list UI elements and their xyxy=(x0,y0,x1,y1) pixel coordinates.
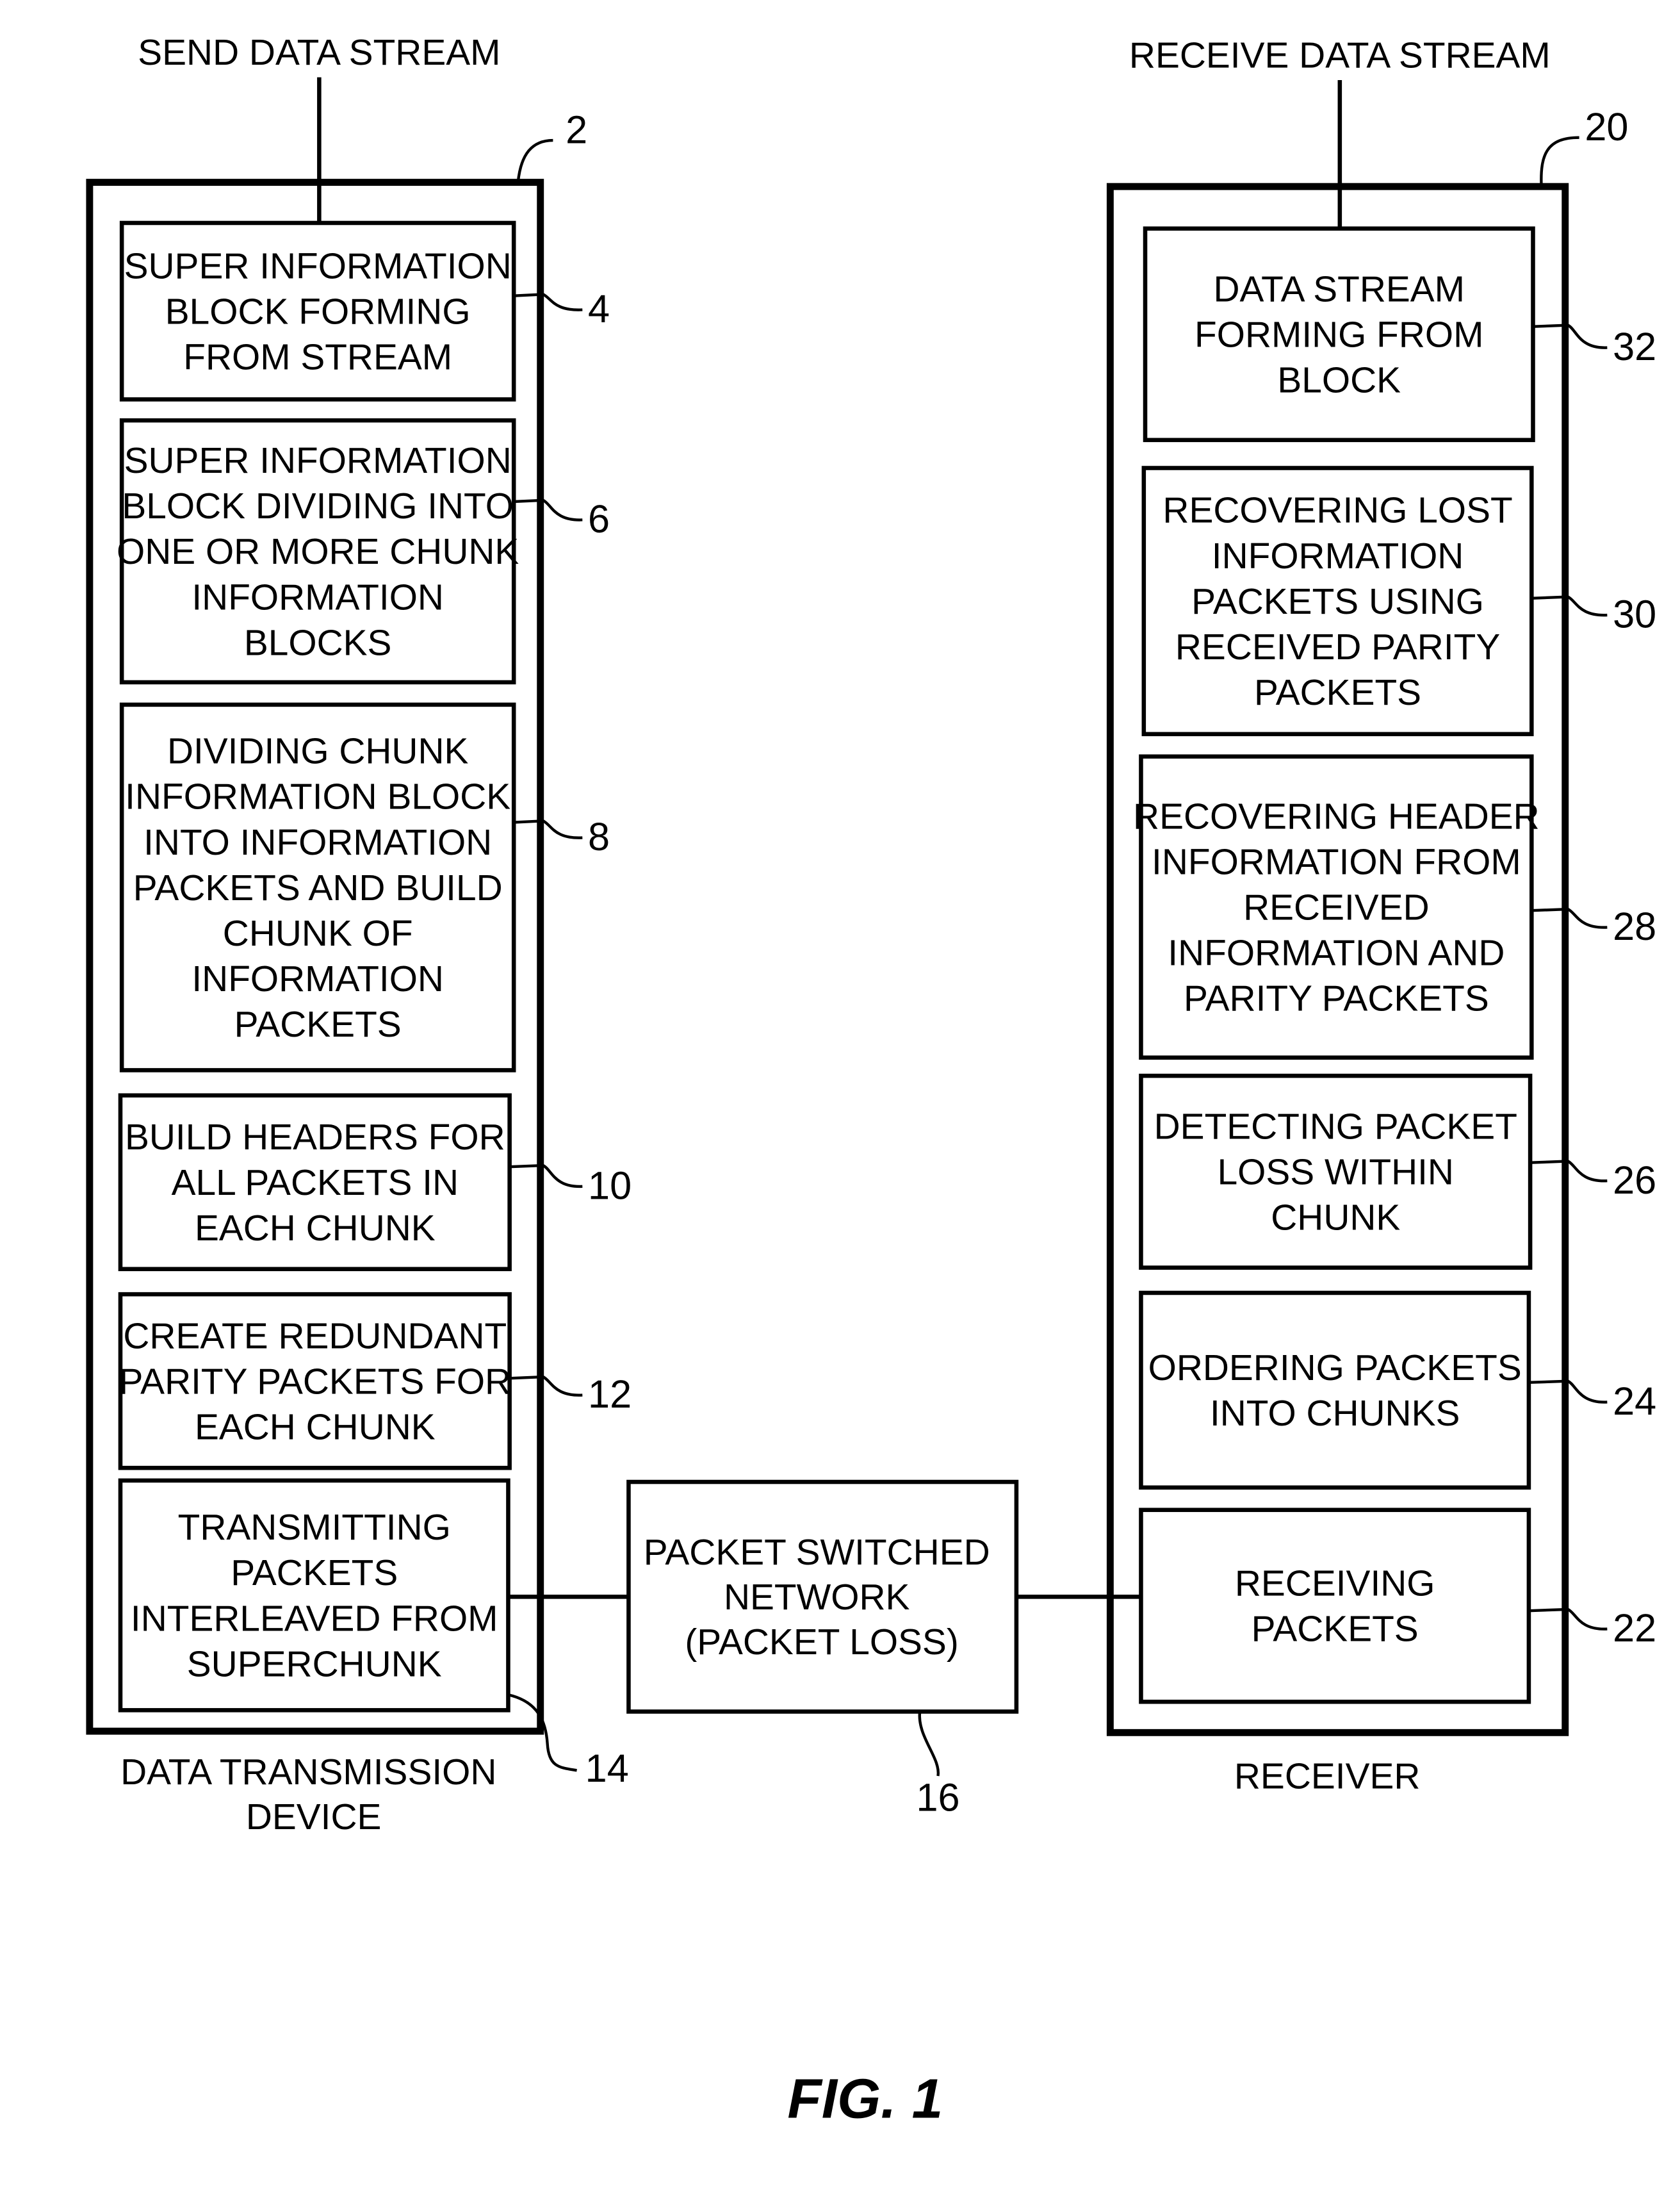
ref-26: 26 xyxy=(1613,1158,1656,1202)
ref-leader-12 xyxy=(509,1375,583,1397)
patent-figure: SEND DATA STREAM RECEIVE DATA STREAM 2 2… xyxy=(86,33,1656,2130)
transmitter-block-label: BUILD HEADERS FOR ALL PACKETS IN EACH CHUN… xyxy=(125,1117,505,1249)
ref-leader-6 xyxy=(514,498,583,522)
ref-24: 24 xyxy=(1613,1379,1656,1423)
ref-leader-10 xyxy=(509,1163,583,1188)
transmitter-blocks: SUPER INFORMATION BLOCK FORMING FROM STREA… xyxy=(117,220,632,1790)
ref-28: 28 xyxy=(1613,905,1656,948)
receiver-block-label: ORDERING PACKETS INTO CHUNKS xyxy=(1148,1348,1522,1434)
transmitter-block-4: SUPER INFORMATION BLOCK FORMING FROM STREA… xyxy=(119,220,610,402)
transmitter-block-8: DIVIDING CHUNK INFORMATION BLOCK INTO INFO… xyxy=(119,702,610,1072)
ref-leader-28 xyxy=(1531,907,1608,929)
receiver-block-32: DATA STREAM FORMING FROM BLOCK 32 xyxy=(1143,226,1656,443)
ref-10: 10 xyxy=(588,1164,632,1208)
transmitter-block-12: CREATE REDUNDANT PARITY PACKETS FOR EACH C… xyxy=(118,1292,632,1470)
ref-leader-8 xyxy=(514,819,583,839)
receiver-caption: RECEIVER xyxy=(1234,1757,1421,1797)
network-label: PACKET SWITCHED NETWORK (PACKET LOSS) xyxy=(644,1532,1000,1663)
receiver-block-label: DATA STREAM FORMING FROM BLOCK xyxy=(1195,269,1483,400)
receiver-blocks: DATA STREAM FORMING FROM BLOCK 32 RECOVERING… xyxy=(1133,226,1656,1704)
receiver-block-box xyxy=(1139,1508,1531,1704)
figure-label: FIG. 1 xyxy=(787,2067,943,2130)
ref-leader-32 xyxy=(1533,324,1608,349)
transmitter-block-14: TRANSMITTING PACKETS INTERLEAVED FROM SUPER… xyxy=(118,1478,629,1790)
transmitter-block-label: SUPER INFORMATION BLOCK DIVIDING INTO ONE … xyxy=(117,441,519,663)
receiver-block-24: ORDERING PACKETS INTO CHUNKS 24 xyxy=(1139,1290,1656,1490)
ref-16: 16 xyxy=(916,1776,959,1820)
receiver-block-label: DETECTING PACKET LOSS WITHIN CHUNK xyxy=(1154,1107,1517,1238)
ref-leader-4 xyxy=(514,293,583,311)
ref-4: 4 xyxy=(588,287,610,331)
receiver-block-28: RECOVERING HEADER INFORMATION FROM RECEIVE… xyxy=(1133,754,1656,1060)
ref-leader-16 xyxy=(918,1711,940,1777)
ref-leader-20 xyxy=(1540,136,1579,187)
transmitter-block-label: SUPER INFORMATION BLOCK FORMING FROM STREA… xyxy=(124,246,512,377)
receiver-block-label: RECEIVING PACKETS xyxy=(1235,1564,1435,1650)
receiver-block-26: DETECTING PACKET LOSS WITHIN CHUNK 26 xyxy=(1139,1073,1656,1270)
receiver-block-22: RECEIVING PACKETS 22 xyxy=(1139,1508,1656,1704)
ref-22: 22 xyxy=(1613,1606,1656,1650)
ref-6: 6 xyxy=(588,497,610,541)
send-data-stream-label: SEND DATA STREAM xyxy=(138,33,500,73)
transmitter-device-box xyxy=(86,179,544,1735)
receiver-block-box xyxy=(1139,1290,1531,1490)
ref-leader-2 xyxy=(516,138,553,183)
ref-14: 14 xyxy=(585,1746,629,1790)
receiver-block-label: RECOVERING LOST INFORMATION PACKETS USING R… xyxy=(1162,491,1512,713)
ref-32: 32 xyxy=(1613,325,1656,368)
ref-2: 2 xyxy=(566,108,587,151)
transmitter-caption: DATA TRANSMISSION DEVICE xyxy=(120,1752,507,1837)
ref-leader-30 xyxy=(1531,595,1608,617)
transmitter-block-label: CREATE REDUNDANT PARITY PACKETS FOR EACH C… xyxy=(119,1316,512,1447)
ref-30: 30 xyxy=(1613,593,1656,636)
transmitter-block-label: DIVIDING CHUNK INFORMATION BLOCK INTO INFO… xyxy=(125,732,510,1045)
ref-8: 8 xyxy=(588,815,610,859)
transmitter-block-label: TRANSMITTING PACKETS INTERLEAVED FROM SUPER… xyxy=(131,1508,498,1684)
ref-20: 20 xyxy=(1585,105,1628,149)
receiver-block-label: RECOVERING HEADER INFORMATION FROM RECEIVE… xyxy=(1133,796,1540,1019)
receive-data-stream-label: RECEIVE DATA STREAM xyxy=(1129,35,1551,76)
ref-12: 12 xyxy=(588,1372,632,1416)
transmitter-block-6: SUPER INFORMATION BLOCK DIVIDING INTO ONE … xyxy=(117,418,610,685)
transmitter-block-10: BUILD HEADERS FOR ALL PACKETS IN EACH CHUN… xyxy=(118,1093,632,1272)
receiver-block-30: RECOVERING LOST INFORMATION PACKETS USING R… xyxy=(1141,466,1656,737)
